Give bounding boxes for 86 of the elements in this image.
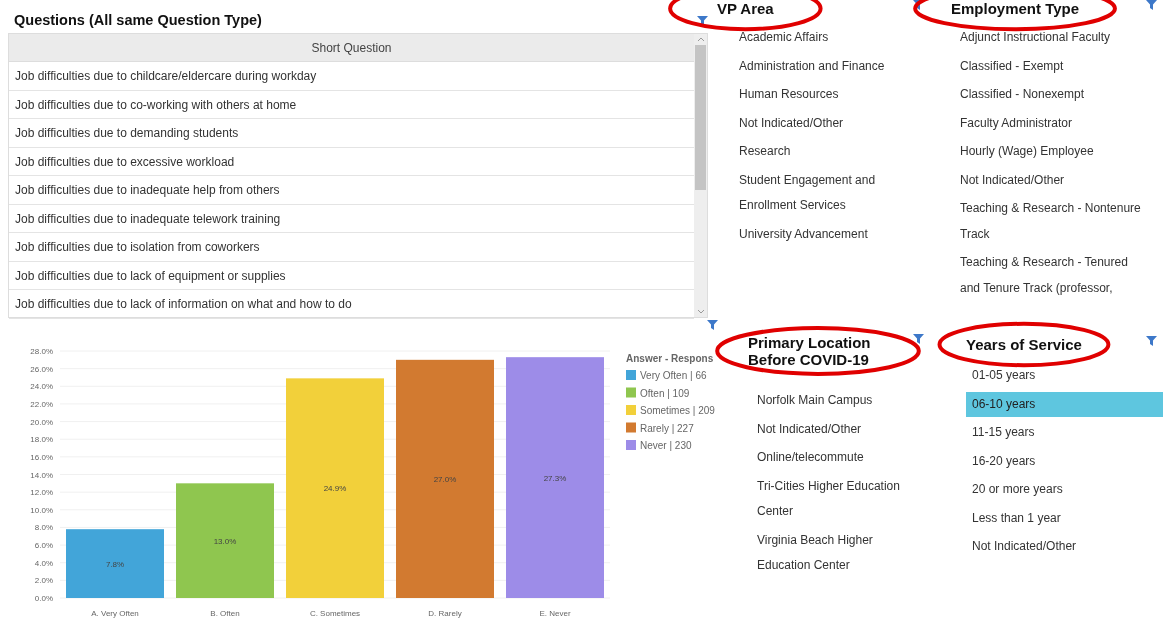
legend-label: Never | 230 [640,440,692,451]
axis-label: 4.0% [34,558,53,568]
axis-label: 8.0% [34,523,53,533]
list-item[interactable]: University Advancement [733,221,918,247]
list-item[interactable]: Teaching & Research - Tenured and Tenure Track (professor, [954,250,1154,301]
filter-icon[interactable] [1146,336,1157,346]
table-cell[interactable]: Job difficulties due to childcare/eldercare during workday [9,62,694,91]
legend-label: Often | 109 [640,387,690,399]
axis-label: 20.0% [30,417,53,427]
list-item[interactable]: Student Engagement and Enrollment Services [733,167,918,219]
axis-label: 12.0% [30,488,53,498]
filter-title: Primary Location Before COVID-19 [748,334,872,368]
table-cell[interactable]: Job difficulties due to excessive workload [9,147,694,176]
legend-label: Very Often | 66 [640,370,707,381]
list-item[interactable]: Research [733,139,918,165]
list-item[interactable]: Adjunct Instructional Faculty [954,25,1154,51]
axis-label: 2.0% [34,576,53,586]
list-item[interactable]: 16-20 years [966,448,1163,474]
list-item[interactable]: 06-10 years [966,391,1163,417]
table-cell[interactable]: Job difficulties due to lack of equipment or supplies [9,261,694,290]
axis-label: C. Sometimes [309,609,361,618]
filter-icon[interactable] [1146,0,1157,10]
scroll-up-icon[interactable] [696,37,705,42]
list-item[interactable]: Hourly (Wage) Employee [954,139,1154,165]
list-item[interactable]: Human Resources [733,82,918,108]
axis-label: E. Never [539,609,571,618]
list-item[interactable]: Classified - Nonexempt [954,82,1154,108]
list-item[interactable]: Less than 1 year [966,505,1163,531]
filter-title: Employment Type [951,0,1080,17]
scrollbar[interactable] [694,34,707,317]
axis-label: 24.0% [30,382,53,392]
list-item[interactable]: Academic Affairs [733,25,918,51]
filter-title: Years of Service [966,336,1082,353]
list-item[interactable]: 20 or more years [966,477,1163,503]
legend-swatch [626,370,636,380]
table-cell[interactable]: Job difficulties due to co-working with others at home [9,90,694,119]
legend-swatch [626,387,636,398]
filter-title: VP Area [717,0,774,17]
list-item[interactable]: Teaching & Research - Nontenure Track [954,196,1154,247]
list-item[interactable]: 01-05 years [966,363,1163,389]
filter-icon[interactable] [707,320,718,330]
list-item[interactable]: Norfolk Main Campus [751,388,930,414]
table-cell[interactable]: Job difficulties due to demanding students [9,119,694,148]
filter-icon[interactable] [913,334,924,344]
axis-label: D. Rarely [428,609,462,618]
scroll-down-icon[interactable] [696,309,705,314]
filter-icon[interactable] [697,15,708,26]
list-item[interactable]: Not Indicated/Other [751,416,930,442]
value-label: 7.8% [105,559,125,569]
list-item[interactable]: Classified - Exempt [954,53,1154,79]
axis-label: 22.0% [30,399,53,409]
legend-label: Sometimes | 209 [640,405,715,416]
axis-label: 28.0% [30,347,53,356]
legend-swatch [626,405,636,415]
table-cell[interactable]: Job difficulties due to isolation from coworkers [9,233,694,262]
list-item[interactable]: Not Indicated/Other [966,534,1163,560]
list-item[interactable]: 11-15 years [966,420,1163,446]
legend-swatch [626,422,636,433]
list-item[interactable]: Not Indicated/Other [733,110,918,136]
list-item[interactable]: Administration and Finance [733,53,918,79]
value-label: 13.0% [213,536,237,546]
legend-swatch [626,440,636,450]
axis-label: 0.0% [34,594,53,603]
value-label: 27.3% [543,473,567,483]
panel-title: Questions (All same Question Type) [14,10,262,30]
list-item[interactable]: Online/telecommute [751,445,930,471]
legend-title: Answer - Respons [626,353,714,364]
table-cell[interactable]: Job difficulties due to lack of information on what and how to do [9,290,694,319]
list-item[interactable]: Faculty Administrator [954,110,1154,136]
legend-label: Rarely | 227 [640,422,694,434]
axis-label: 10.0% [30,505,53,515]
list-item[interactable]: Not Indicated/Other [954,167,1154,193]
value-label: 27.0% [433,474,457,484]
axis-label: 26.0% [30,364,53,374]
list-item[interactable]: Virginia Beach Higher Education Center [751,527,930,579]
table-cell[interactable]: Job difficulties due to inadequate help from others [9,176,694,205]
axis-label: B. Often [210,609,240,618]
axis-label: 18.0% [30,435,53,445]
value-label: 24.9% [323,484,347,494]
axis-label: 14.0% [30,470,53,480]
column-header[interactable]: Short Question [9,34,694,62]
table-cell[interactable]: Job difficulties due to inadequate telework training [9,204,694,233]
axis-label: A. Very Often [91,609,139,618]
axis-label: 16.0% [30,452,53,462]
axis-label: 6.0% [34,541,53,551]
list-item[interactable]: Tri-Cities Higher Education Center [751,473,930,525]
